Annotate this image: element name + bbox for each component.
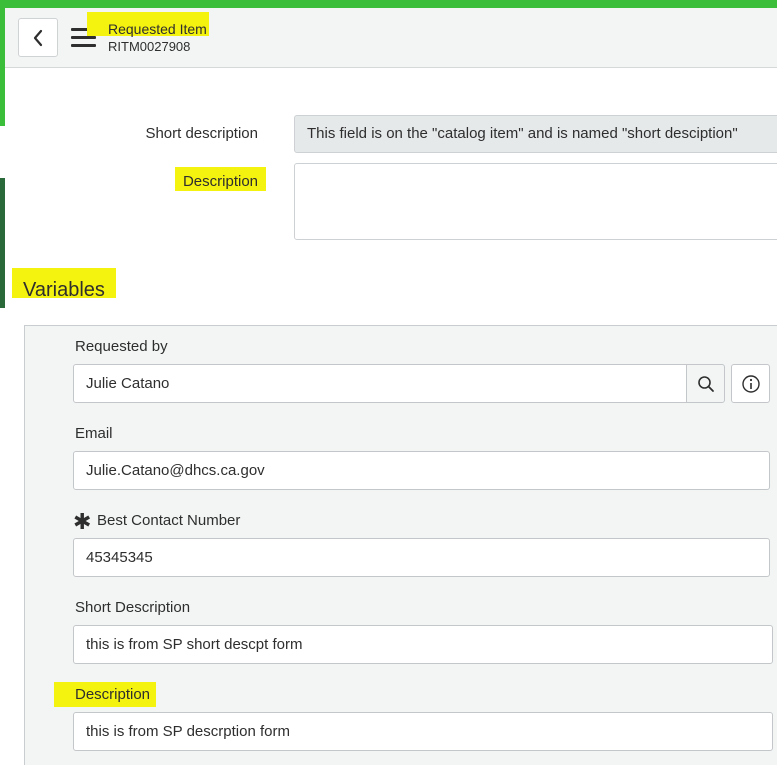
best-contact-number-label: Best Contact Number (97, 512, 241, 529)
short-description-label: Short description (145, 125, 258, 142)
requested-by-info-button[interactable] (731, 364, 770, 403)
variable-short-description-label: Short Description (75, 599, 191, 616)
variables-section-title: Variables (23, 279, 105, 301)
variable-description-label: Description (75, 686, 151, 703)
variable-description-input[interactable]: this is from SP descrption form (73, 712, 773, 751)
email-input[interactable]: Julie.Catano@dhcs.ca.gov (73, 451, 770, 490)
best-contact-number-input[interactable]: 45345345 (73, 538, 770, 577)
record-number: RITM0027908 (108, 39, 191, 54)
short-description-field[interactable]: This field is on the "catalog item" and … (294, 115, 777, 153)
record-header: Requested Item RITM0027908 (5, 8, 777, 68)
info-icon (741, 374, 760, 393)
chevron-left-icon (33, 29, 43, 46)
requested-by-input[interactable]: Julie Catano (73, 364, 687, 403)
description-label: Description (182, 173, 258, 190)
left-background-band (0, 178, 5, 308)
record-title: Requested Item (108, 21, 207, 37)
email-label: Email (75, 425, 113, 442)
search-icon (697, 375, 714, 392)
left-background-strip (0, 126, 5, 765)
back-button[interactable] (18, 18, 58, 57)
variable-short-description-input[interactable]: this is from SP short descpt form (73, 625, 773, 664)
requested-by-search-button[interactable] (686, 364, 725, 403)
required-asterisk-icon: ✱ (73, 509, 92, 534)
requested-by-label: Requested by (75, 338, 168, 355)
top-accent-bar (0, 0, 777, 8)
description-textarea[interactable] (294, 163, 777, 240)
